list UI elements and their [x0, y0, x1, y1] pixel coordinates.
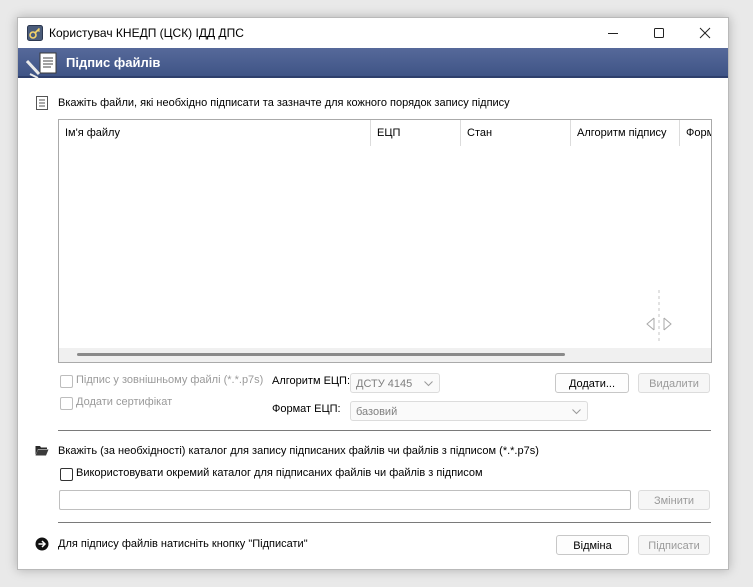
- format-select[interactable]: базовий: [350, 401, 588, 421]
- chevron-down-icon: [572, 409, 581, 415]
- separator: [58, 430, 711, 431]
- separator: [58, 522, 711, 523]
- window-title: Користувач КНЕДП (ЦСК) ІДД ДПС: [49, 26, 244, 40]
- dialog-window: Користувач КНЕДП (ЦСК) ІДД ДПС Підпис фа…: [17, 17, 729, 570]
- maximize-icon: [654, 28, 664, 38]
- footer-hint: Для підпису файлів натисніть кнопку "Під…: [58, 538, 308, 550]
- app-key-icon: [27, 25, 43, 41]
- folder-open-icon: [35, 446, 49, 456]
- output-instruction: Вкажіть (за необхідності) каталог для за…: [58, 445, 539, 457]
- output-path-input[interactable]: [59, 490, 631, 510]
- separate-dir-label: Використовувати окремий каталог для підп…: [76, 467, 483, 479]
- change-button[interactable]: Змінити: [638, 490, 710, 510]
- resize-grip-icon: [646, 290, 672, 342]
- horizontal-scrollbar[interactable]: [59, 348, 711, 362]
- cancel-button[interactable]: Відміна: [556, 535, 629, 555]
- sign-button[interactable]: Підписати: [638, 535, 710, 555]
- scrollbar-thumb[interactable]: [77, 353, 565, 356]
- format-value: базовий: [356, 406, 398, 418]
- arrow-right-circle-icon: [35, 537, 49, 551]
- sign-document-icon: [26, 52, 57, 79]
- algorithm-select[interactable]: ДСТУ 4145: [350, 373, 440, 393]
- separate-dir-checkbox[interactable]: [60, 468, 73, 481]
- column-header-algorithm[interactable]: Алгоритм підпису: [571, 120, 680, 146]
- minimize-icon: [608, 33, 618, 34]
- column-header-status[interactable]: Стан: [461, 120, 571, 146]
- chevron-down-icon: [424, 381, 433, 387]
- file-list[interactable]: Ім'я файлу ЕЦП Стан Алгоритм підпису Фор…: [58, 119, 712, 363]
- files-instruction: Вкажіть файли, які необхідно підписати т…: [58, 97, 510, 109]
- header-band: Підпис файлів: [18, 48, 728, 79]
- external-file-checkbox[interactable]: [60, 375, 73, 388]
- header-title: Підпис файлів: [66, 55, 161, 70]
- algorithm-label: Алгоритм ЕЦП:: [272, 375, 350, 387]
- minimize-button[interactable]: [590, 18, 636, 48]
- column-header-signature[interactable]: ЕЦП: [371, 120, 461, 146]
- maximize-button[interactable]: [636, 18, 682, 48]
- document-list-icon: [36, 96, 48, 110]
- remove-button[interactable]: Видалити: [638, 373, 710, 393]
- add-certificate-checkbox[interactable]: [60, 397, 73, 410]
- close-icon: [699, 27, 711, 39]
- external-file-label: Підпис у зовнішньому файлі (*.*.p7s): [76, 374, 264, 386]
- close-button[interactable]: [682, 18, 728, 48]
- add-button[interactable]: Додати...: [555, 373, 629, 393]
- format-label: Формат ЕЦП:: [272, 403, 341, 415]
- add-certificate-label: Додати сертифікат: [76, 396, 173, 408]
- column-header-filename[interactable]: Ім'я файлу: [59, 120, 371, 146]
- column-header-format[interactable]: Формат ЕЦП: [680, 120, 711, 146]
- algorithm-value: ДСТУ 4145: [356, 378, 413, 390]
- title-bar[interactable]: Користувач КНЕДП (ЦСК) ІДД ДПС: [18, 18, 728, 48]
